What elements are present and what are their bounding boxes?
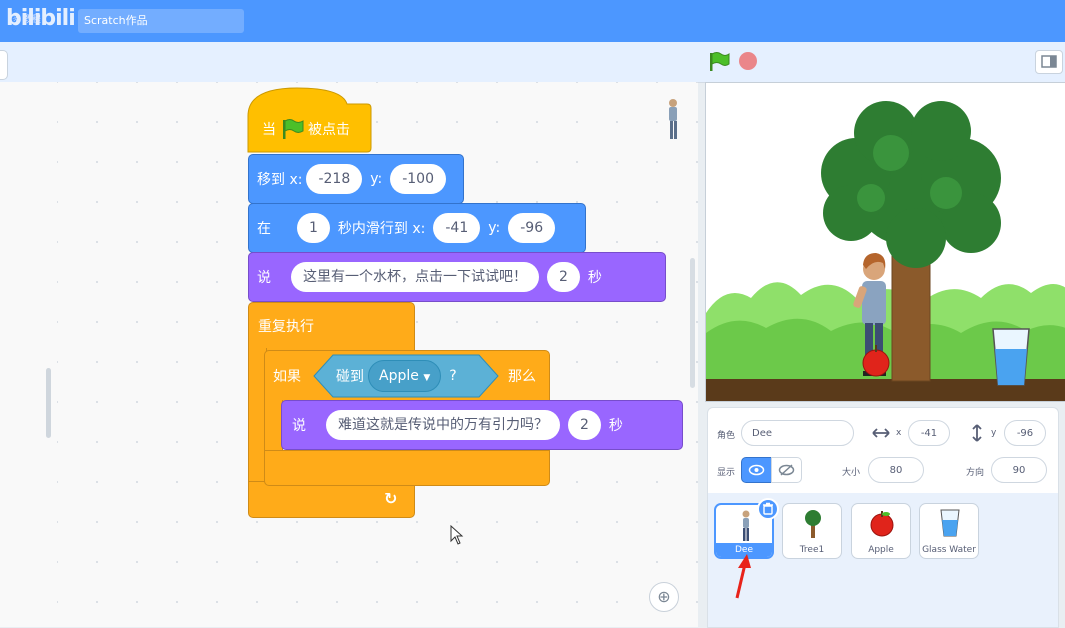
eye-icon bbox=[748, 464, 765, 476]
glass-thumbnail bbox=[940, 509, 960, 537]
x-label: x bbox=[896, 428, 902, 438]
stage-scene-image bbox=[706, 83, 1065, 401]
sprite-tile-name: Tree1 bbox=[799, 545, 825, 555]
say-text-input-1[interactable]: 这里有一个水杯，点击一下试试吧！ bbox=[291, 262, 539, 292]
zoom-in-button[interactable]: ⊕ bbox=[649, 582, 679, 612]
palette-scrollbar[interactable] bbox=[46, 368, 51, 438]
glide-y-label: y: bbox=[488, 220, 501, 236]
green-flag-button[interactable] bbox=[708, 51, 730, 73]
goto-label: 移到 x: bbox=[257, 172, 303, 188]
glide-in-label: 在 bbox=[257, 221, 271, 237]
green-flag-icon bbox=[283, 119, 304, 139]
say-for-secs-block-2[interactable]: 说 难道这就是传说中的万有引力吗？ 2 秒 bbox=[281, 400, 683, 450]
touching-condition-block[interactable]: 碰到 Apple ▼ ? bbox=[336, 360, 461, 392]
block-palette bbox=[0, 82, 58, 627]
annotation-arrow bbox=[735, 554, 751, 599]
direction-input[interactable]: 90 bbox=[991, 457, 1047, 483]
sprite-name-input[interactable]: Dee bbox=[741, 420, 854, 446]
show-label: 显示 bbox=[717, 468, 736, 478]
show-sprite-button[interactable] bbox=[741, 457, 772, 483]
x-arrows-icon bbox=[872, 428, 890, 438]
apple-thumbnail bbox=[870, 511, 894, 537]
code-scrollbar[interactable] bbox=[690, 258, 695, 388]
eye-slash-icon bbox=[778, 464, 795, 476]
say-label-1: 说 bbox=[257, 270, 271, 286]
direction-label: 方向 bbox=[966, 468, 985, 478]
when-flag-clicked-block[interactable]: 当 被点击 bbox=[258, 114, 354, 144]
say-for-secs-block-1[interactable]: 说 这里有一个水杯，点击一下试试吧！ 2 秒 bbox=[248, 252, 666, 302]
y-arrows-icon bbox=[972, 424, 982, 442]
sprite-tile-name: Apple bbox=[868, 545, 894, 555]
forever-loop-arrow-icon: ↻ bbox=[384, 488, 398, 508]
glide-x-input[interactable]: -41 bbox=[433, 213, 481, 243]
touch-label: 碰到 bbox=[336, 369, 364, 385]
stage-layout-button[interactable] bbox=[1035, 50, 1063, 74]
toolbar bbox=[0, 42, 1065, 83]
goto-xy-block[interactable]: 移到 x: -218 y: -100 bbox=[248, 154, 464, 204]
touch-target-dropdown[interactable]: Apple ▼ bbox=[368, 360, 442, 392]
when-label: 当 bbox=[262, 122, 276, 138]
stop-button[interactable] bbox=[739, 52, 757, 70]
glide-secs-input[interactable]: 1 bbox=[297, 213, 330, 243]
glide-to-xy-block[interactable]: 在 1 秒内滑行到 x: -41 y: -96 bbox=[248, 203, 586, 253]
current-sprite-icon bbox=[669, 99, 677, 139]
delete-sprite-button[interactable] bbox=[757, 498, 779, 520]
sprite-label: 角色 bbox=[717, 431, 736, 441]
say-label-2: 说 bbox=[292, 418, 306, 434]
glide-y-input[interactable]: -96 bbox=[508, 213, 556, 243]
watermark-caption: ☼ 教程 bbox=[12, 15, 41, 25]
project-title-input[interactable]: Scratch作品 bbox=[78, 9, 244, 33]
goto-y-input[interactable]: -100 bbox=[390, 164, 446, 194]
x-input[interactable]: -41 bbox=[908, 420, 950, 446]
goto-x-input[interactable]: -218 bbox=[306, 164, 363, 194]
trash-icon bbox=[763, 502, 773, 515]
say-text-input-2[interactable]: 难道这就是传说中的万有引力吗？ bbox=[326, 410, 560, 440]
layout-icon bbox=[1041, 55, 1057, 68]
size-input[interactable]: 80 bbox=[868, 457, 924, 483]
goto-y-label: y: bbox=[370, 171, 383, 187]
y-input[interactable]: -96 bbox=[1004, 420, 1046, 446]
then-label: 那么 bbox=[508, 369, 536, 385]
sprite-tile-tree1[interactable]: Tree1 bbox=[782, 503, 842, 559]
say-secs-input-1[interactable]: 2 bbox=[547, 262, 580, 292]
tab-stub[interactable] bbox=[0, 50, 8, 80]
sprite-tile-name: Glass Water bbox=[922, 545, 976, 555]
say-secs-input-2[interactable]: 2 bbox=[568, 410, 601, 440]
sprite-tile-apple[interactable]: Apple bbox=[851, 503, 911, 559]
tree-thumbnail bbox=[805, 510, 821, 538]
clicked-label: 被点击 bbox=[308, 122, 350, 138]
stage-canvas[interactable] bbox=[705, 82, 1065, 402]
mouse-cursor-icon bbox=[450, 525, 464, 545]
touch-question: ? bbox=[449, 368, 457, 384]
if-label: 如果 bbox=[273, 369, 301, 385]
sprite-tile-glass-water[interactable]: Glass Water bbox=[919, 503, 979, 559]
size-label: 大小 bbox=[842, 468, 861, 478]
say-unit-2: 秒 bbox=[608, 418, 623, 434]
dee-thumbnail bbox=[742, 510, 750, 541]
forever-label: 重复执行 bbox=[258, 319, 314, 335]
glide-label: 秒内滑行到 x: bbox=[337, 221, 426, 237]
say-unit-1: 秒 bbox=[587, 270, 602, 286]
dropdown-caret-icon: ▼ bbox=[423, 373, 431, 383]
y-label: y bbox=[991, 428, 997, 438]
if-foot bbox=[264, 450, 550, 486]
touch-target-value: Apple bbox=[379, 368, 419, 384]
hide-sprite-button[interactable] bbox=[771, 457, 802, 483]
